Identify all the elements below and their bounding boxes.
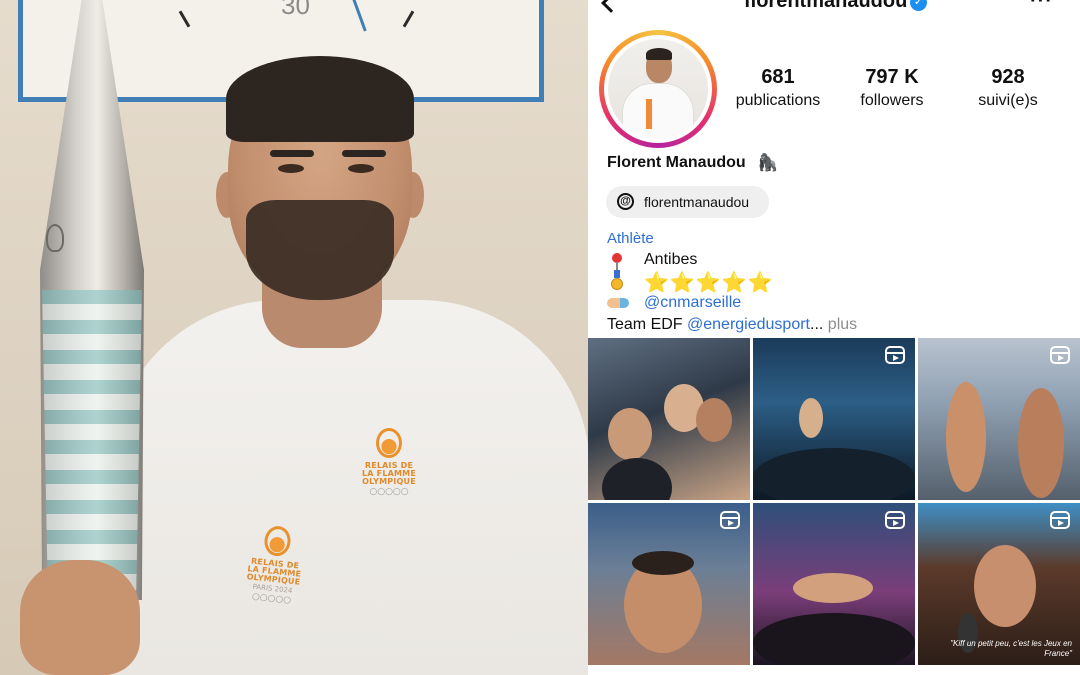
gorilla-icon: 🦍	[757, 153, 779, 172]
threads-handle: florentmanaudou	[644, 194, 750, 210]
bio-team: Team EDF @energiedusport... plus	[607, 316, 857, 334]
white-jacket	[110, 300, 588, 675]
stat-label: followers	[860, 92, 924, 109]
right-eyebrow	[342, 150, 386, 157]
clock-tick	[402, 10, 415, 28]
torch-bearer-photo: 30 RELAIS DE LA FLAMME OLYMPIQUE ○○○○○ R…	[0, 0, 588, 675]
left-eye	[278, 164, 304, 173]
stat-label: publications	[735, 92, 821, 109]
avatar-body	[622, 83, 694, 139]
reel-icon	[885, 346, 905, 364]
clock-tick	[178, 10, 191, 28]
stat-label: suivi(e)s	[978, 92, 1038, 109]
posts-grid: "Kiff un petit peu, c'est les Jeux en Fr…	[588, 338, 1080, 675]
right-eye	[348, 164, 374, 173]
back-arrow-icon[interactable]	[601, 0, 621, 13]
threads-icon: @	[617, 193, 634, 210]
threads-link-button[interactable]: @ florentmanaudou	[606, 186, 769, 218]
stat-following[interactable]: 928 suivi(e)s	[948, 66, 1068, 110]
team-mention-link[interactable]: @energiedusport	[687, 316, 810, 333]
post-thumbnail[interactable]: "Kiff un petit peu, c'est les Jeux en Fr…	[918, 503, 1080, 665]
clock-number: 30	[281, 0, 310, 20]
post-thumbnail[interactable]	[588, 503, 750, 665]
post-thumbnail[interactable]	[753, 338, 915, 500]
flame-icon	[376, 428, 402, 458]
hair	[226, 56, 414, 142]
stat-value: 681	[761, 66, 795, 88]
clock-hand	[352, 0, 367, 32]
post-thumbnail[interactable]	[918, 338, 1080, 500]
profile-header: florentmanaudou ✓ ···	[588, 0, 1080, 18]
reel-icon	[1050, 511, 1070, 529]
medal-icon	[607, 270, 627, 290]
olympic-rings-icon: ○○○○○	[369, 487, 409, 497]
star-emojis: ⭐⭐⭐⭐⭐	[644, 272, 774, 295]
hand	[20, 560, 140, 675]
stat-value: 797 K	[865, 66, 919, 88]
verified-badge-icon: ✓	[910, 0, 927, 11]
sleeve-emblem: RELAIS DE LA FLAMME OLYMPIQUE PARIS 2024…	[236, 523, 314, 608]
bio-ellipsis: ...	[810, 316, 824, 333]
instagram-profile: florentmanaudou ✓ ··· 681 publications 7…	[588, 0, 1080, 675]
bio-location-text: Antibes	[644, 251, 698, 268]
left-eyebrow	[270, 150, 314, 157]
reel-icon	[1050, 346, 1070, 364]
category-label: Athlète	[607, 230, 654, 247]
reel-icon	[885, 511, 905, 529]
stat-publications[interactable]: 681 publications	[718, 66, 838, 110]
post-caption: "Kiff un petit peu, c'est les Jeux en Fr…	[950, 639, 1072, 658]
post-thumbnail[interactable]	[588, 338, 750, 500]
more-options-icon[interactable]: ···	[1030, 0, 1053, 13]
pin-icon	[607, 251, 627, 270]
avatar-photo	[608, 39, 708, 139]
chest-emblem: RELAIS DE LA FLAMME OLYMPIQUE ○○○○○	[352, 428, 426, 497]
avatar[interactable]	[604, 35, 712, 143]
flame-icon	[263, 524, 293, 558]
stat-followers[interactable]: 797 K followers	[832, 66, 952, 110]
reel-icon	[720, 511, 740, 529]
bio-more-link[interactable]: plus	[823, 316, 857, 333]
story-ring[interactable]	[599, 30, 717, 148]
post-thumbnail[interactable]	[753, 503, 915, 665]
username: florentmanaudou	[744, 0, 908, 12]
avatar-hair	[646, 48, 672, 60]
swimmer-icon	[607, 294, 629, 308]
stat-value: 928	[991, 66, 1025, 88]
beard	[246, 200, 394, 300]
club-mention-link[interactable]: @cnmarseille	[644, 294, 741, 312]
avatar-stripe	[646, 99, 652, 129]
team-text: Team EDF	[607, 316, 688, 333]
full-name: Florent Manaudou	[607, 154, 746, 171]
torch-logo-icon	[46, 224, 64, 252]
emblem-text: OLYMPIQUE	[362, 477, 416, 486]
